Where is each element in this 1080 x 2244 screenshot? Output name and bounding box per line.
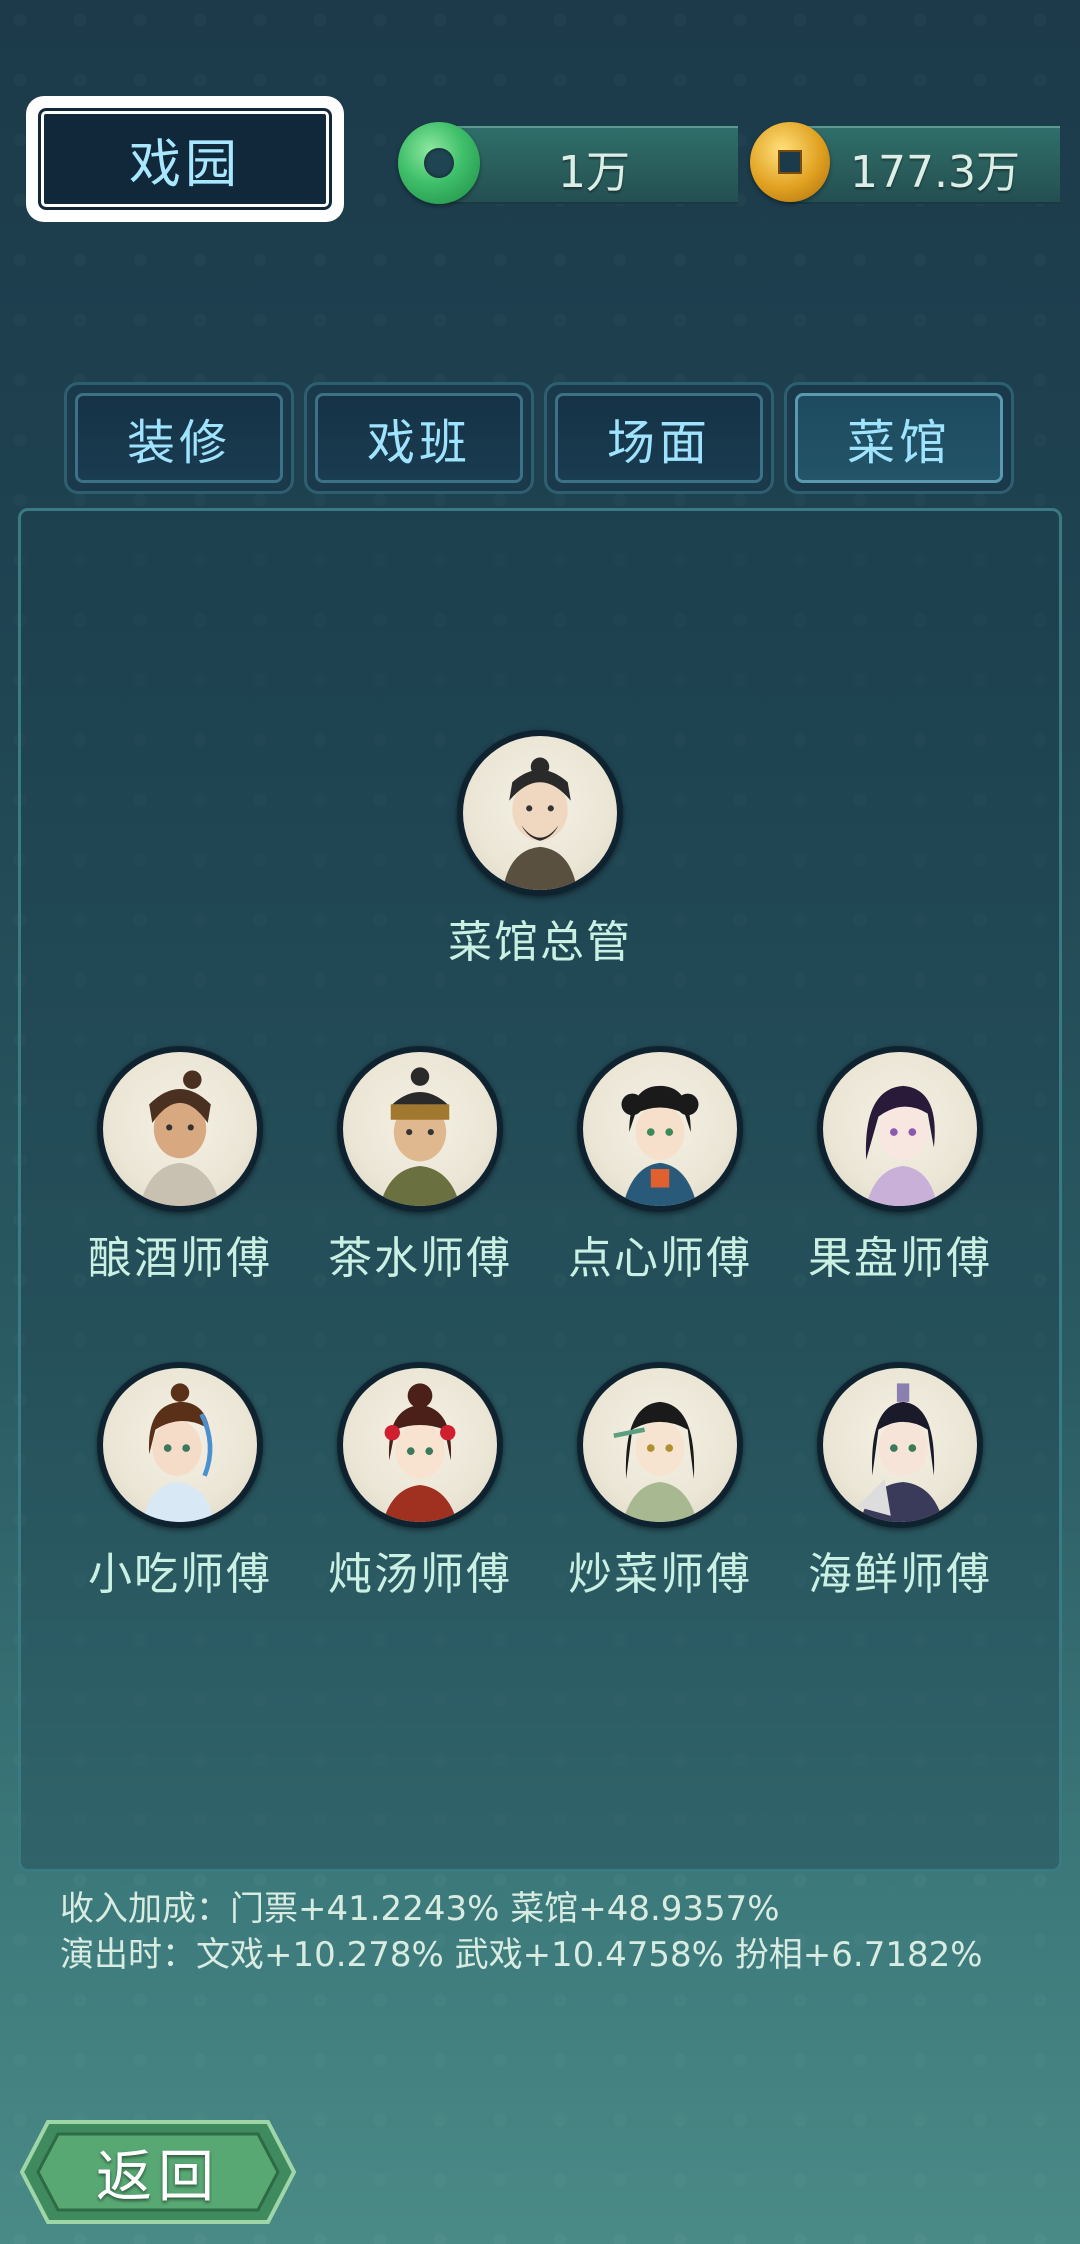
character-slot-manager[interactable]: 菜馆总管 [420, 730, 660, 970]
tea-master-portrait-icon [379, 1067, 461, 1206]
character-name: 酿酒师傅 [88, 1233, 272, 1284]
character-name: 小吃师傅 [88, 1549, 272, 1600]
character-slot-snack-master[interactable]: 小吃师傅 [60, 1362, 300, 1602]
character-slot-pastry-master[interactable]: 点心师傅 [540, 1046, 780, 1286]
tab-troupe[interactable]: 戏班 [304, 382, 534, 494]
tab-label: 菜馆 [846, 415, 951, 471]
page-title: 戏园 [128, 134, 241, 195]
back-button[interactable]: 返回 [18, 2116, 298, 2228]
tab-restaurant[interactable]: 菜馆 [784, 382, 1014, 494]
character-name: 炒菜师傅 [568, 1549, 752, 1600]
seafood-master-portrait-icon [856, 1383, 944, 1522]
avatar [577, 1362, 743, 1528]
manager-portrait-icon [503, 757, 577, 890]
tab-label: 场面 [606, 415, 711, 471]
avatar [577, 1046, 743, 1212]
avatar [817, 1362, 983, 1528]
coin-currency: 177.3万 [750, 122, 1060, 204]
tab-label: 装修 [126, 415, 231, 471]
avatar [817, 1046, 983, 1212]
copper-coin-icon [750, 122, 830, 202]
tab-stage[interactable]: 场面 [544, 382, 774, 494]
bonus-stats: 收入加成：门票+41.2243% 菜馆+48.9357% 演出时：文戏+10.2… [60, 1886, 983, 1978]
fruit-master-portrait-icon [865, 1085, 937, 1206]
jade-ring-icon [398, 122, 480, 204]
avatar [97, 1362, 263, 1528]
winemaker-portrait-icon [139, 1070, 221, 1206]
character-name: 海鲜师傅 [808, 1549, 992, 1600]
income-bonus-text: 收入加成：门票+41.2243% 菜馆+48.9357% [60, 1889, 780, 1929]
avatar [97, 1046, 263, 1212]
coin-currency-value: 177.3万 [850, 147, 1020, 198]
tab-label: 戏班 [366, 415, 471, 471]
back-button-label: 返回 [96, 2144, 220, 2210]
pastry-master-portrait-icon [621, 1085, 699, 1206]
character-slot-seafood-master[interactable]: 海鲜师傅 [780, 1362, 1020, 1602]
avatar [337, 1046, 503, 1212]
character-slot-tea-master[interactable]: 茶水师傅 [300, 1046, 540, 1286]
page-title-plate: 戏园 [26, 96, 344, 222]
character-slot-winemaker[interactable]: 酿酒师傅 [60, 1046, 300, 1286]
tab-renovation[interactable]: 装修 [64, 382, 294, 494]
stirfry-master-portrait-icon [613, 1401, 697, 1522]
character-name: 果盘师傅 [808, 1233, 992, 1284]
character-slot-stirfry-master[interactable]: 炒菜师傅 [540, 1362, 780, 1602]
character-name: 炖汤师傅 [328, 1549, 512, 1600]
snack-master-portrait-icon [143, 1383, 214, 1522]
character-name: 茶水师傅 [328, 1233, 512, 1284]
jade-currency-value: 1万 [558, 147, 630, 198]
soup-master-portrait-icon [383, 1383, 457, 1522]
avatar [337, 1362, 503, 1528]
character-name: 菜馆总管 [448, 917, 632, 968]
character-slot-soup-master[interactable]: 炖汤师傅 [300, 1362, 540, 1602]
avatar [457, 730, 623, 896]
performance-bonus-text: 演出时：文戏+10.278% 武戏+10.4758% 扮相+6.7182% [60, 1935, 983, 1975]
character-name: 点心师傅 [568, 1233, 752, 1284]
character-slot-fruit-master[interactable]: 果盘师傅 [780, 1046, 1020, 1286]
jade-currency: 1万 [398, 122, 738, 204]
